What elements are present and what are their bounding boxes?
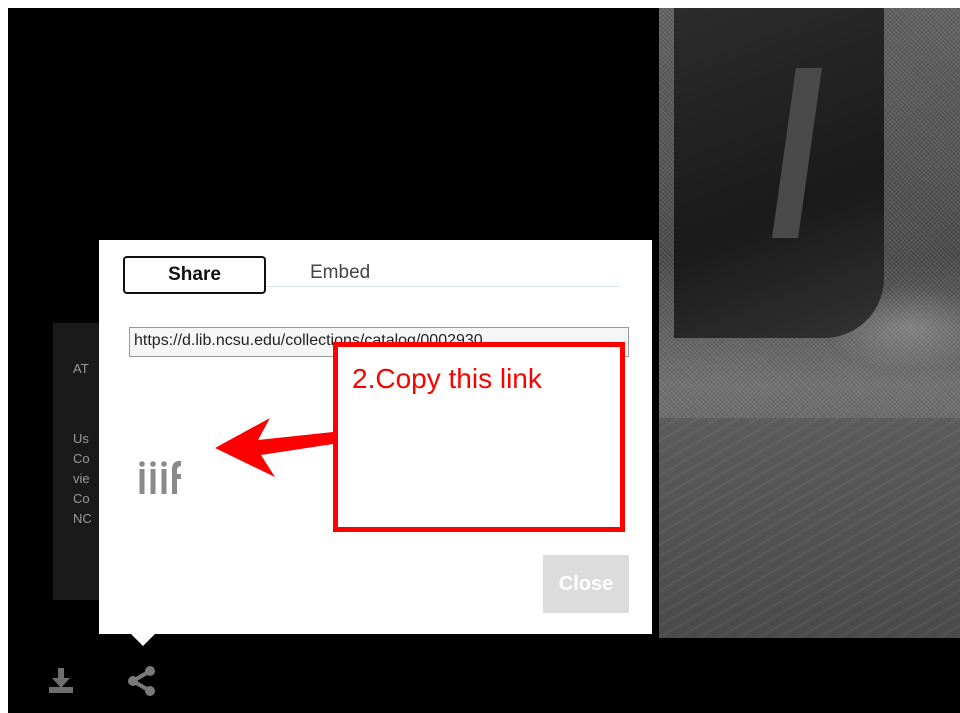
tab-share[interactable]: Share [123, 256, 266, 294]
photo-figure [674, 8, 884, 338]
annotation-arrow-icon [215, 418, 333, 477]
share-icon[interactable] [125, 664, 159, 698]
close-button[interactable]: Close [543, 555, 629, 613]
share-tabs: Share Embed [123, 256, 621, 294]
annotation-text: 2.Copy this link [352, 363, 542, 394]
download-icon[interactable] [46, 666, 76, 696]
tab-embed[interactable]: Embed [310, 256, 370, 290]
popup-pointer [123, 626, 163, 646]
annotation-box: 2.Copy this link [333, 342, 625, 532]
iiif-icon[interactable] [137, 458, 185, 498]
photo-table [659, 418, 960, 638]
background-photo [659, 8, 960, 638]
